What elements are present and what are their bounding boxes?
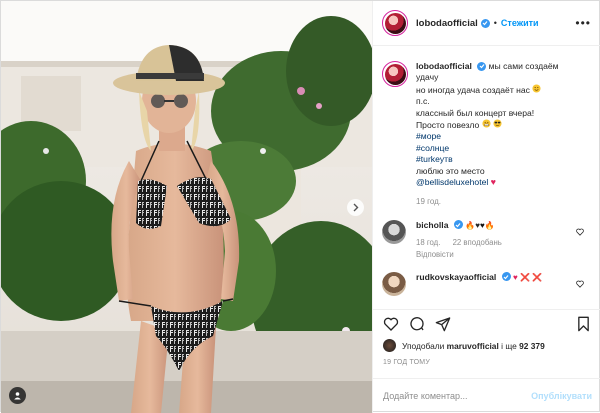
post-modal: lobodaofficial • Стежити ••• lobodaoffic…: [0, 0, 600, 413]
next-photo-button[interactable]: [347, 199, 364, 216]
add-comment-bar: Опублікувати: [373, 378, 600, 413]
sunglasses-emoji-icon: [493, 119, 502, 130]
user-icon: [14, 392, 21, 400]
follow-button[interactable]: Стежити: [501, 18, 539, 28]
publish-button[interactable]: Опублікувати: [531, 391, 592, 401]
comment-meta: 18 год. 22 вподобань Відповісти: [416, 237, 512, 260]
likes-middle: і ще: [501, 340, 517, 351]
post-details-panel: lobodaofficial • Стежити ••• lobodaoffic…: [372, 1, 600, 413]
caption-line: мы сами создаём: [488, 61, 559, 71]
tagged-users-button[interactable]: [9, 387, 26, 404]
likes-summary: Уподобали maruvofficial і ще 92 379: [383, 339, 545, 352]
comments-section: lobodaofficial мы сами создаём удачу но …: [373, 47, 600, 309]
smile-emoji-icon: [532, 84, 541, 95]
red-heart-emoji-icon: ♥: [490, 177, 497, 188]
caption-line: п.с.: [416, 96, 430, 107]
comment-body: bicholla 🔥♥♥🔥 18 год. 22 вподобань Відпо…: [416, 220, 512, 260]
caption-line: удачу: [416, 72, 439, 83]
post-timestamp[interactable]: 19 ГОД ТОМУ: [383, 359, 430, 366]
comment-item: rudkovskayaofficial ♥ ❌ ❌: [373, 271, 600, 296]
verified-icon: [480, 18, 490, 28]
comment-time[interactable]: 18 год.: [416, 238, 440, 247]
comment-emoji-icons: 🔥♥♥🔥: [465, 220, 495, 230]
comment-input[interactable]: [383, 391, 532, 401]
caption-line: классный был концерт вчера!: [416, 107, 535, 118]
comment-emoji-icons: ♥ ❌ ❌: [513, 272, 543, 282]
liker-username[interactable]: maruvofficial: [447, 341, 499, 351]
comment-likes[interactable]: 22 вподобань: [453, 238, 502, 247]
caption-line: но иногда удача создаёт нас: [416, 84, 530, 95]
verified-icon: [501, 272, 511, 282]
bookmark-icon[interactable]: [576, 316, 591, 332]
post-photo[interactable]: [1, 1, 372, 413]
more-options-icon[interactable]: •••: [575, 16, 591, 30]
post-header: lobodaofficial • Стежити •••: [373, 1, 600, 46]
author-avatar[interactable]: [382, 10, 408, 36]
reply-link[interactable]: Відповісти: [416, 249, 502, 260]
photo-image: [1, 1, 372, 413]
comment-icon[interactable]: [409, 316, 425, 332]
liker-avatar[interactable]: [383, 339, 396, 352]
like-comment-icon[interactable]: [576, 228, 584, 236]
caption-username[interactable]: lobodaofficial: [416, 61, 472, 71]
verified-icon: [477, 61, 487, 71]
hashtag-link[interactable]: #море: [416, 131, 559, 142]
caption-line: Просто повезло: [416, 120, 480, 131]
grin-emoji-icon: [482, 119, 493, 130]
caption-line: люблю это место: [416, 165, 485, 176]
verified-icon: [453, 220, 463, 230]
likes-prefix: Уподобали: [402, 340, 445, 351]
share-icon[interactable]: [435, 316, 451, 332]
separator-dot: •: [493, 18, 497, 28]
comment-body: rudkovskayaofficial ♥ ❌ ❌: [416, 272, 542, 296]
commenter-username[interactable]: rudkovskayaofficial: [416, 272, 496, 282]
author-username[interactable]: lobodaofficial: [416, 18, 478, 29]
commenter-username[interactable]: bicholla: [416, 220, 448, 230]
hashtag-link[interactable]: #солнце: [416, 143, 559, 154]
caption-avatar[interactable]: [382, 61, 408, 87]
like-comment-icon[interactable]: [576, 280, 584, 288]
commenter-avatar[interactable]: [382, 271, 406, 296]
post-actions: [373, 309, 600, 339]
caption-timestamp[interactable]: 19 год.: [416, 196, 559, 207]
like-heart-icon[interactable]: [383, 316, 399, 332]
chevron-right-icon: [353, 203, 359, 212]
commenter-avatar[interactable]: [382, 219, 406, 244]
comment-item: bicholla 🔥♥♥🔥 18 год. 22 вподобань Відпо…: [373, 219, 600, 260]
mention-link[interactable]: @bellisdeluxehotel: [416, 177, 488, 187]
caption-text: lobodaofficial мы сами создаём удачу но …: [416, 61, 559, 208]
likes-count[interactable]: 92 379: [519, 341, 545, 351]
post-caption: lobodaofficial мы сами создаём удачу но …: [373, 47, 600, 208]
hashtag-link[interactable]: #turkeyтв: [416, 154, 559, 165]
